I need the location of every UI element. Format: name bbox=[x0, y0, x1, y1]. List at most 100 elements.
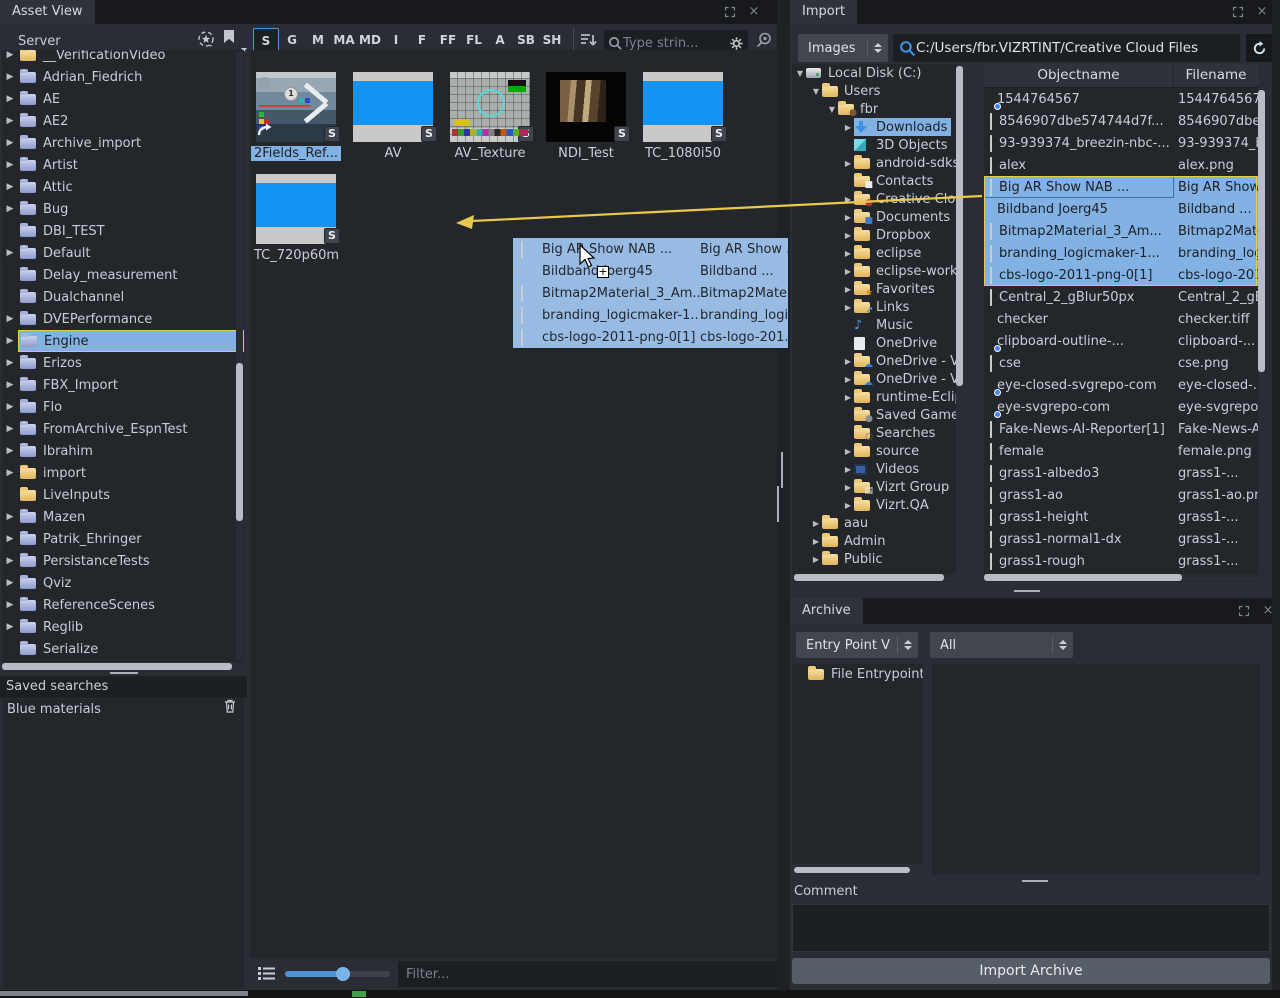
server-tree-item[interactable]: ▶Adrian_Fiedrich bbox=[2, 66, 244, 88]
scrollbar-thumb[interactable] bbox=[236, 363, 243, 521]
tab-import[interactable]: Import bbox=[790, 0, 857, 24]
expand-arrow-icon[interactable]: ▶ bbox=[2, 314, 18, 324]
import-tree-item[interactable]: ▶eclipse-workspace bbox=[792, 262, 956, 280]
file-table-row[interactable]: grass1-aograss1-ao.png bbox=[984, 484, 1258, 506]
server-tree-item[interactable]: ▶FBX_Import bbox=[2, 374, 244, 396]
import-tree-item[interactable]: ▶Vizrt.QA bbox=[792, 496, 956, 514]
file-table-row[interactable]: cbs-logo-2011-png-0[1]cbs-logo-201... bbox=[984, 264, 1258, 286]
file-table-row[interactable]: Central_2_gBlur50pxCentral_2_gBl... bbox=[984, 286, 1258, 308]
file-table-row[interactable]: csecse.png bbox=[984, 352, 1258, 374]
server-tree-item[interactable]: ▶ReferenceScenes bbox=[2, 594, 244, 616]
archive-tree-item[interactable]: File Entrypoint bbox=[792, 664, 923, 684]
expand-arrow-icon[interactable]: ▼ bbox=[810, 87, 822, 96]
expand-arrow-icon[interactable]: ▶ bbox=[842, 501, 854, 510]
expand-arrow-icon[interactable]: ▶ bbox=[2, 182, 18, 192]
import-tree-item[interactable]: ▶Public bbox=[792, 550, 956, 568]
trash-icon[interactable] bbox=[224, 699, 236, 721]
file-table-row[interactable]: clipboard-outline-...clipboard-... bbox=[984, 330, 1258, 352]
expand-arrow-icon[interactable]: ▶ bbox=[2, 138, 18, 148]
expand-arrow-icon[interactable]: ▶ bbox=[2, 578, 18, 588]
server-tree-item[interactable]: DBI_TEST bbox=[2, 220, 244, 242]
expand-arrow-icon[interactable]: ▶ bbox=[810, 555, 822, 564]
thumbnail-size-slider[interactable] bbox=[285, 971, 390, 977]
list-view-icon[interactable] bbox=[258, 966, 276, 985]
asset-thumbnail[interactable]: STC_720p60m bbox=[251, 174, 341, 267]
smart-search-star-icon[interactable] bbox=[196, 30, 218, 52]
maximize-icon[interactable] bbox=[722, 4, 738, 20]
server-tree-item[interactable]: LiveInputs bbox=[2, 484, 244, 506]
scrollbar-thumb[interactable] bbox=[956, 66, 963, 386]
expand-arrow-icon[interactable]: ▶ bbox=[842, 393, 854, 402]
splitter-handle[interactable] bbox=[110, 672, 138, 674]
import-tree-item[interactable]: ▶★Favorites bbox=[792, 280, 956, 298]
server-tree-item[interactable]: Dualchannel bbox=[2, 286, 244, 308]
expand-arrow-icon[interactable]: ▶ bbox=[2, 94, 18, 104]
server-tree-item[interactable]: ▶Default bbox=[2, 242, 244, 264]
file-table-row[interactable]: grass1-roughgrass1-... bbox=[984, 550, 1258, 572]
column-objectname[interactable]: Objectname bbox=[984, 64, 1174, 87]
file-table-row[interactable]: checkerchecker.tiff bbox=[984, 308, 1258, 330]
server-tree-item[interactable]: ▶AE bbox=[2, 88, 244, 110]
server-tree-item[interactable]: ▶Mazen bbox=[2, 506, 244, 528]
server-tree-item[interactable]: ▶Erizos bbox=[2, 352, 244, 374]
expand-arrow-icon[interactable]: ▶ bbox=[2, 424, 18, 434]
import-tree-item[interactable]: ▶Dropbox bbox=[792, 226, 956, 244]
server-tree-item[interactable]: ▶DVEPerformance bbox=[2, 308, 244, 330]
expand-arrow-icon[interactable]: ▶ bbox=[2, 622, 18, 632]
import-tree-item[interactable]: ▶Downloads bbox=[792, 118, 956, 136]
server-tree-item[interactable]: ▶Ibrahim bbox=[2, 440, 244, 462]
import-tree-item[interactable]: ♪Music bbox=[792, 316, 956, 334]
import-tree-item[interactable]: ▼●fbr bbox=[792, 100, 956, 118]
import-tree-item[interactable]: ▶Videos bbox=[792, 460, 956, 478]
server-tree-item[interactable]: ▶Qviz bbox=[2, 572, 244, 594]
splitter-handle[interactable] bbox=[1014, 590, 1040, 592]
import-tree-item[interactable]: ■Contacts bbox=[792, 172, 956, 190]
server-tree-item[interactable]: ▶Artist bbox=[2, 154, 244, 176]
asset-search-input[interactable] bbox=[623, 36, 729, 51]
expand-arrow-icon[interactable]: ▶ bbox=[2, 534, 18, 544]
expand-arrow-icon[interactable]: ▶ bbox=[842, 285, 854, 294]
scrollbar-thumb[interactable] bbox=[2, 663, 232, 670]
scrollbar-thumb[interactable] bbox=[1258, 90, 1265, 372]
thumbnail-image[interactable]: S bbox=[643, 72, 723, 142]
thumbnail-image[interactable]: S bbox=[546, 72, 626, 142]
import-tree-item[interactable]: OneDrive bbox=[792, 334, 956, 352]
thumbnail-image[interactable]: S bbox=[450, 72, 530, 142]
import-tree-item[interactable]: ▼Users bbox=[792, 82, 956, 100]
expand-arrow-icon[interactable]: ▶ bbox=[2, 358, 18, 368]
import-tree-item[interactable]: ▶aau bbox=[792, 514, 956, 532]
scrollbar-thumb[interactable] bbox=[794, 867, 910, 873]
bookmark-icon[interactable] bbox=[224, 30, 246, 52]
expand-arrow-icon[interactable]: ▶ bbox=[842, 123, 854, 132]
archive-view-dropdown[interactable]: Entry Point View bbox=[796, 632, 918, 658]
server-tree-item[interactable]: ▶Patrik_Ehringer bbox=[2, 528, 244, 550]
close-icon[interactable]: × bbox=[1254, 4, 1270, 20]
import-tree-item[interactable]: ▶☁OneDrive - Vizrt bbox=[792, 370, 956, 388]
expand-arrow-icon[interactable]: ▶ bbox=[842, 357, 854, 366]
expand-arrow-icon[interactable]: ▶ bbox=[2, 446, 18, 456]
thumbnail-image[interactable]: 1S bbox=[256, 72, 336, 142]
server-tree-item[interactable]: ▶Attic bbox=[2, 176, 244, 198]
import-tree-item[interactable]: ▶Admin bbox=[792, 532, 956, 550]
server-tree-item[interactable]: ▶PersistanceTests bbox=[2, 550, 244, 572]
expand-arrow-icon[interactable]: ▶ bbox=[2, 50, 18, 60]
file-table-row[interactable]: Bildband Joerg45Bildband ... bbox=[984, 198, 1258, 220]
import-archive-button[interactable]: Import Archive bbox=[792, 958, 1270, 984]
file-table-row[interactable]: grass1-heightgrass1-... bbox=[984, 506, 1258, 528]
expand-arrow-icon[interactable]: ▶ bbox=[2, 116, 18, 126]
import-tree-item[interactable]: ▶source bbox=[792, 442, 956, 460]
import-tree-item[interactable]: ▼Local Disk (C:) bbox=[792, 64, 956, 82]
expand-arrow-icon[interactable]: ▶ bbox=[2, 72, 18, 82]
gear-icon[interactable] bbox=[729, 36, 744, 51]
expand-arrow-icon[interactable]: ▶ bbox=[2, 600, 18, 610]
file-table-row[interactable]: femalefemale.png bbox=[984, 440, 1258, 462]
import-tree-item[interactable]: ●Saved Games bbox=[792, 406, 956, 424]
expand-arrow-icon[interactable]: ▶ bbox=[842, 213, 854, 222]
expand-arrow-icon[interactable]: ▶ bbox=[810, 519, 822, 528]
server-tree-item[interactable]: Serialize bbox=[2, 638, 244, 660]
splitter-handle[interactable] bbox=[781, 452, 783, 488]
expand-arrow-icon[interactable]: ▶ bbox=[810, 537, 822, 546]
expand-arrow-icon[interactable]: ▶ bbox=[842, 267, 854, 276]
slider-thumb[interactable] bbox=[336, 967, 350, 981]
file-table-row[interactable]: eye-svgrepo-comeye-svgrepo-... bbox=[984, 396, 1258, 418]
